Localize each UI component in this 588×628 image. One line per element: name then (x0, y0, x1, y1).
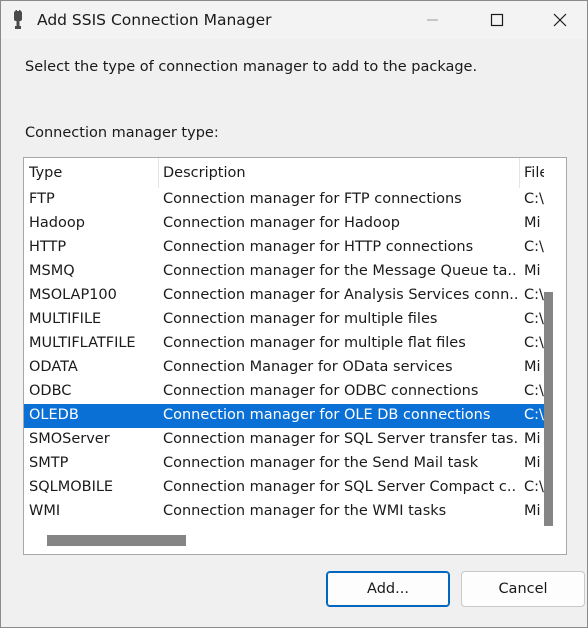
ssis-plug-icon (14, 10, 22, 29)
column-header-file[interactable]: File (524, 165, 544, 181)
horizontal-scroll-thumb[interactable] (47, 535, 186, 546)
list-item-description: Connection Manager for OData services (163, 359, 453, 375)
list-header: Type Description File (24, 158, 544, 188)
list-item-description: Connection manager for FTP connections (163, 191, 462, 207)
column-divider[interactable] (158, 158, 159, 188)
list-item-description: Connection manager for SQL Server transf… (163, 431, 517, 447)
list-item-type: MSMQ (29, 263, 75, 279)
list-item[interactable]: SMOServer Connection manager for SQL Serv… (24, 428, 544, 452)
list-item[interactable]: OLEDB Connection manager for OLE DB conne… (24, 404, 544, 428)
column-divider[interactable] (519, 158, 520, 188)
list-item[interactable]: SMTP Connection manager for the Send Mail… (24, 452, 544, 476)
connection-type-list[interactable]: Type Description File FTP Connection mana… (23, 157, 567, 555)
list-item-file: Mi (524, 503, 541, 519)
list-item-type: HTTP (29, 239, 67, 255)
list-item-file: Mi (524, 263, 541, 279)
list-item-description: Connection manager for SQL Server Compac… (163, 479, 517, 495)
column-header-type[interactable]: Type (29, 165, 157, 181)
vertical-scrollbar[interactable] (544, 158, 564, 532)
column-header-description[interactable]: Description (163, 165, 517, 181)
list-item-type: ODATA (29, 359, 78, 375)
list-item-description: Connection manager for OLE DB connection… (163, 407, 491, 423)
list-item-type: SMTP (29, 455, 69, 471)
list-item-file: C:\ (524, 239, 544, 255)
list-item[interactable]: ODBC Connection manager for ODBC connecti… (24, 380, 544, 404)
list-item-type: MULTIFLATFILE (29, 335, 136, 351)
vertical-scroll-thumb[interactable] (544, 292, 553, 526)
minimize-icon (427, 19, 438, 21)
list-item-file: C:\ (524, 479, 544, 495)
list-item[interactable]: ODATA Connection Manager for OData servic… (24, 356, 544, 380)
list-item-description: Connection manager for multiple files (163, 311, 438, 327)
list-item-description: Connection manager for multiple flat fil… (163, 335, 466, 351)
list-item-type: OLEDB (29, 407, 79, 423)
list-item-file: C:\ (524, 407, 544, 423)
horizontal-scrollbar[interactable] (24, 532, 544, 552)
list-item[interactable]: HTTP Connection manager for HTTP connecti… (24, 236, 544, 260)
list-item[interactable]: FTP Connection manager for FTP connection… (24, 188, 544, 212)
maximize-button[interactable] (473, 1, 521, 39)
list-item-file: Mi (524, 215, 541, 231)
list-item-description: Connection manager for the Message Queue… (163, 263, 517, 279)
list-item-file: Mi (524, 431, 541, 447)
list-item-file: Mi (524, 455, 541, 471)
close-icon (553, 13, 567, 27)
list-item-type: MSOLAP100 (29, 287, 117, 303)
connection-type-label: Connection manager type: (25, 125, 219, 141)
add-button[interactable]: Add... (326, 571, 450, 607)
list-item[interactable]: MULTIFILE Connection manager for multiple… (24, 308, 544, 332)
list-item[interactable]: SQLMOBILE Connection manager for SQL Serv… (24, 476, 544, 500)
list-item[interactable]: MSOLAP100 Connection manager for Analysis… (24, 284, 544, 308)
list-item-type: ODBC (29, 383, 72, 399)
list-item-description: Connection manager for Hadoop (163, 215, 400, 231)
list-item-description: Connection manager for Analysis Services… (163, 287, 517, 303)
list-item[interactable]: WMI Connection manager for the WMI tasks M… (24, 500, 544, 524)
list-item-file: C:\ (524, 383, 544, 399)
list-item-file: Mi (524, 359, 541, 375)
list-item-file: C:\ (524, 287, 544, 303)
list-item-file: C:\ (524, 335, 544, 351)
list-item-type: SMOServer (29, 431, 110, 447)
title-bar[interactable]: Add SSIS Connection Manager (1, 1, 587, 39)
cancel-button[interactable]: Cancel (461, 571, 585, 607)
maximize-icon (490, 13, 504, 27)
list-item-file: C:\ (524, 191, 544, 207)
list-item[interactable]: MULTIFLATFILE Connection manager for mult… (24, 332, 544, 356)
minimize-button[interactable] (409, 1, 457, 39)
instruction-text: Select the type of connection manager to… (25, 59, 478, 75)
list-item[interactable]: Hadoop Connection manager for Hadoop Mi (24, 212, 544, 236)
list-item-type: MULTIFILE (29, 311, 102, 327)
list-item-description: Connection manager for the WMI tasks (163, 503, 447, 519)
close-button[interactable] (536, 1, 584, 39)
list-item-type: FTP (29, 191, 55, 207)
list-item-description: Connection manager for the Send Mail tas… (163, 455, 479, 471)
list-item[interactable]: MSMQ Connection manager for the Message Q… (24, 260, 544, 284)
list-item-description: Connection manager for HTTP connections (163, 239, 474, 255)
list-item-type: Hadoop (29, 215, 85, 231)
window-title: Add SSIS Connection Manager (37, 11, 272, 29)
list-item-file: C:\ (524, 311, 544, 327)
list-item-description: Connection manager for ODBC connections (163, 383, 479, 399)
list-item-type: SQLMOBILE (29, 479, 114, 495)
list-item-type: WMI (29, 503, 61, 519)
add-connection-manager-dialog: Add SSIS Connection Manager Select the t… (0, 0, 588, 628)
